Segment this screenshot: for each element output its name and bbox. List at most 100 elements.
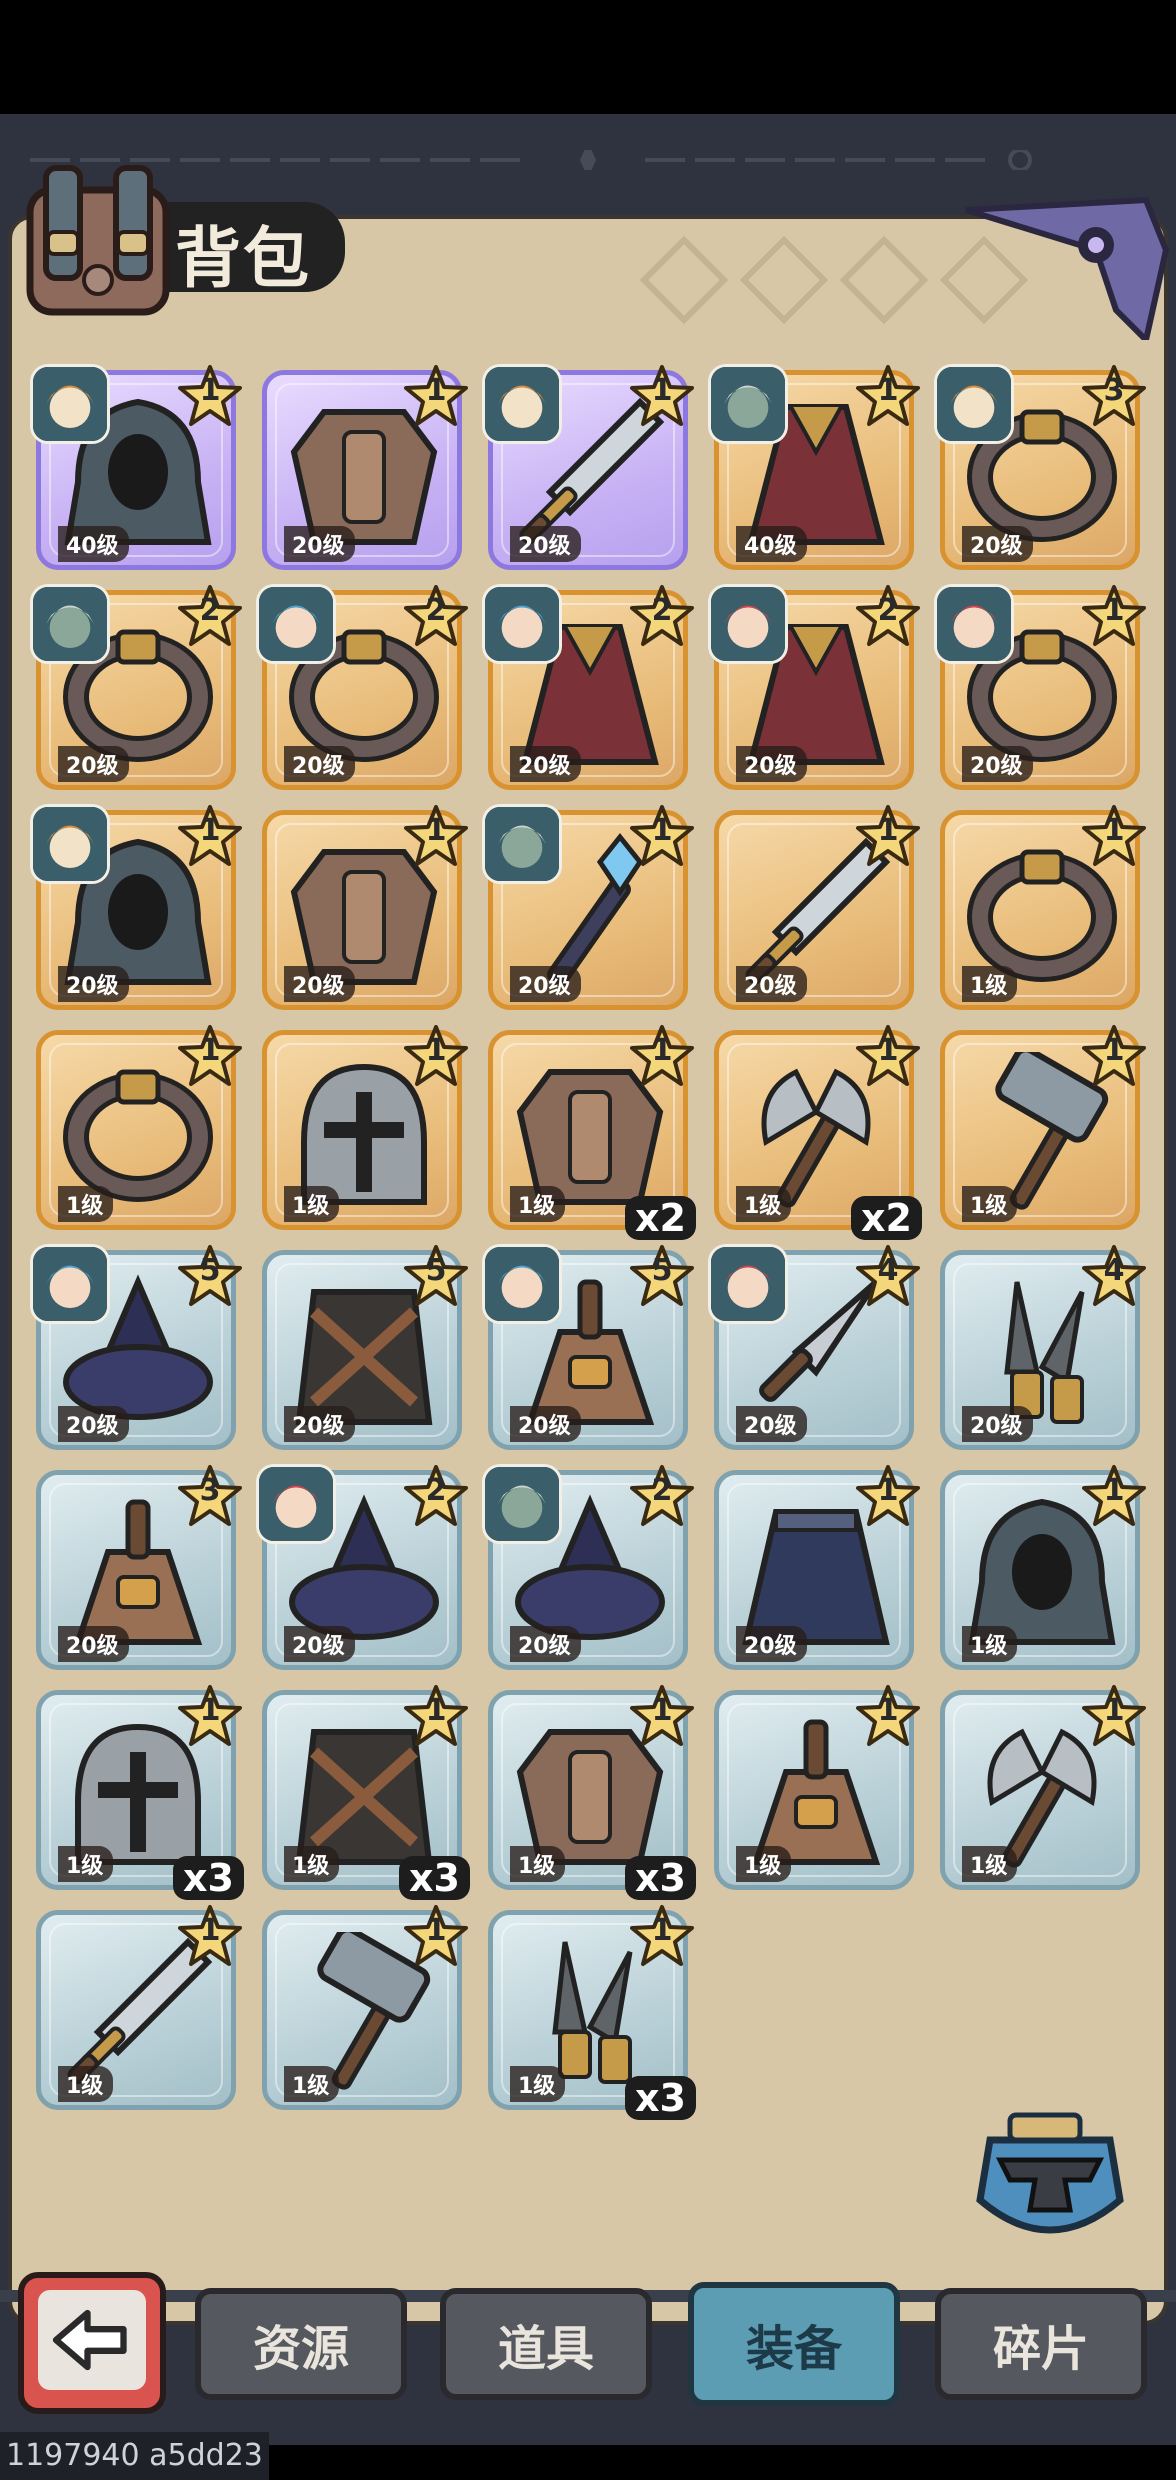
star-rank-badge: 5: [404, 1244, 468, 1308]
star-rank-badge: 4: [1082, 1244, 1146, 1308]
item-level: 20级: [284, 1406, 355, 1442]
tab-equipment[interactable]: 装备: [688, 2282, 900, 2406]
equipment-slot[interactable]: 1 1级 x3: [36, 1685, 244, 1900]
star-count: 2: [425, 1473, 447, 1508]
equipment-slot[interactable]: 1 20级: [262, 365, 468, 570]
star-rank-badge: 2: [630, 584, 694, 648]
star-count: 1: [877, 1033, 899, 1068]
item-level: 40级: [736, 526, 807, 562]
back-button[interactable]: [18, 2272, 166, 2414]
item-level: 20级: [58, 1626, 129, 1662]
star-count: 1: [199, 1913, 221, 1948]
equipment-slot[interactable]: 2 20级: [256, 584, 468, 790]
star-rank-badge: 1: [404, 364, 468, 428]
equipment-slot[interactable]: 1 1级 x3: [488, 1685, 696, 1900]
star-rank-badge: 1: [630, 1024, 694, 1088]
star-rank-badge: 2: [404, 584, 468, 648]
equipment-slot[interactable]: 1 1级: [714, 1685, 920, 1890]
equipment-slot[interactable]: 1 1级: [262, 1905, 468, 2110]
equipment-slot[interactable]: 1 1级: [940, 805, 1146, 1010]
item-quantity: x3: [399, 1856, 470, 1900]
equipment-slot[interactable]: 2 20级: [256, 1464, 468, 1670]
equipment-slot[interactable]: 1 1级: [940, 1025, 1146, 1230]
equipment-slot[interactable]: 1 1级 x3: [262, 1685, 470, 1900]
tab-items[interactable]: 道具: [440, 2288, 652, 2400]
hero-portrait: [708, 584, 788, 664]
item-level: 20级: [510, 1406, 581, 1442]
hero-portrait: [482, 584, 562, 664]
item-level: 20级: [58, 966, 129, 1002]
equipment-slot[interactable]: 5 20级: [262, 1245, 468, 1450]
star-rank-badge: 1: [1082, 1024, 1146, 1088]
star-count: 1: [425, 373, 447, 408]
star-rank-badge: 2: [856, 584, 920, 648]
star-count: 1: [199, 813, 221, 848]
equipment-slot[interactable]: 3 20级: [36, 1465, 242, 1670]
item-level: 1级: [510, 1846, 566, 1882]
star-rank-badge: 1: [178, 1024, 242, 1088]
star-rank-badge: 1: [856, 1464, 920, 1528]
equipment-slot[interactable]: 1 20级: [30, 804, 242, 1010]
item-level: 20级: [736, 746, 807, 782]
star-count: 4: [1103, 1253, 1125, 1288]
item-level: 20级: [962, 1406, 1033, 1442]
equipment-slot[interactable]: 4 20级: [940, 1245, 1146, 1450]
hero-portrait: [934, 584, 1014, 664]
star-rank-badge: 1: [1082, 1464, 1146, 1528]
star-count: 4: [877, 1253, 899, 1288]
item-level: 20级: [736, 1406, 807, 1442]
status-bar: [0, 0, 1176, 114]
star-count: 1: [425, 813, 447, 848]
equipment-slot[interactable]: 1 40级: [708, 364, 920, 570]
equipment-slot[interactable]: 1 1级 x2: [714, 1025, 922, 1240]
star-rank-badge: 4: [856, 1244, 920, 1308]
star-count: 1: [1103, 1473, 1125, 1508]
star-count: 1: [877, 1693, 899, 1728]
equipment-slot[interactable]: 2 20级: [30, 584, 242, 790]
tab-resources[interactable]: 资源: [195, 2288, 407, 2400]
equipment-slot[interactable]: 5 20级: [482, 1244, 694, 1450]
equipment-slot[interactable]: 2 20级: [482, 584, 694, 790]
equipment-slot[interactable]: 1 1级: [940, 1465, 1146, 1670]
star-count: 1: [651, 813, 673, 848]
equipment-slot[interactable]: 3 20级: [934, 364, 1146, 570]
item-level: 1级: [58, 1186, 114, 1222]
equipment-slot[interactable]: 1 20级: [714, 1465, 920, 1670]
item-level: 1级: [58, 2066, 114, 2102]
equipment-slot[interactable]: 1 1级: [36, 1905, 242, 2110]
tab-fragments[interactable]: 碎片: [935, 2288, 1147, 2400]
equipment-slot[interactable]: 2 20级: [482, 1464, 694, 1670]
equipment-slot[interactable]: 1 20级: [262, 805, 468, 1010]
equipment-slot[interactable]: 1 1级 x2: [488, 1025, 696, 1240]
star-count: 1: [651, 1033, 673, 1068]
equipment-slot[interactable]: 1 40级: [30, 364, 242, 570]
equipment-slot[interactable]: 2 20级: [708, 584, 920, 790]
equipment-slot[interactable]: 1 1级: [940, 1685, 1146, 1890]
anvil-icon[interactable]: [970, 2100, 1130, 2260]
equipment-slot[interactable]: 5 20级: [30, 1244, 242, 1450]
hero-portrait: [482, 1244, 562, 1324]
equipment-slot[interactable]: 1 1级: [262, 1025, 468, 1230]
star-rank-badge: 1: [856, 364, 920, 428]
item-quantity: x3: [173, 1856, 244, 1900]
star-rank-badge: 1: [630, 1684, 694, 1748]
corner-ornament: [965, 196, 1170, 340]
item-level: 20级: [962, 746, 1033, 782]
equipment-slot[interactable]: 1 1级 x3: [488, 1905, 696, 2120]
star-rank-badge: 1: [1082, 584, 1146, 648]
equipment-slot[interactable]: 1 20级: [714, 805, 920, 1010]
item-level: 20级: [284, 746, 355, 782]
back-button-face: [38, 2290, 146, 2390]
item-level: 1级: [510, 1186, 566, 1222]
star-count: 2: [651, 593, 673, 628]
equipment-slot[interactable]: 1 20级: [482, 364, 694, 570]
equipment-slot[interactable]: 1 20级: [482, 804, 694, 1010]
star-count: 5: [199, 1253, 221, 1288]
star-rank-badge: 2: [178, 584, 242, 648]
equipment-slot[interactable]: 1 1级: [36, 1025, 242, 1230]
equipment-slot[interactable]: 1 20级: [934, 584, 1146, 790]
equipment-slot[interactable]: 4 20级: [708, 1244, 920, 1450]
star-rank-badge: 1: [404, 1684, 468, 1748]
star-count: 5: [651, 1253, 673, 1288]
id-watermark: 1197940 a5dd23: [0, 2432, 269, 2480]
